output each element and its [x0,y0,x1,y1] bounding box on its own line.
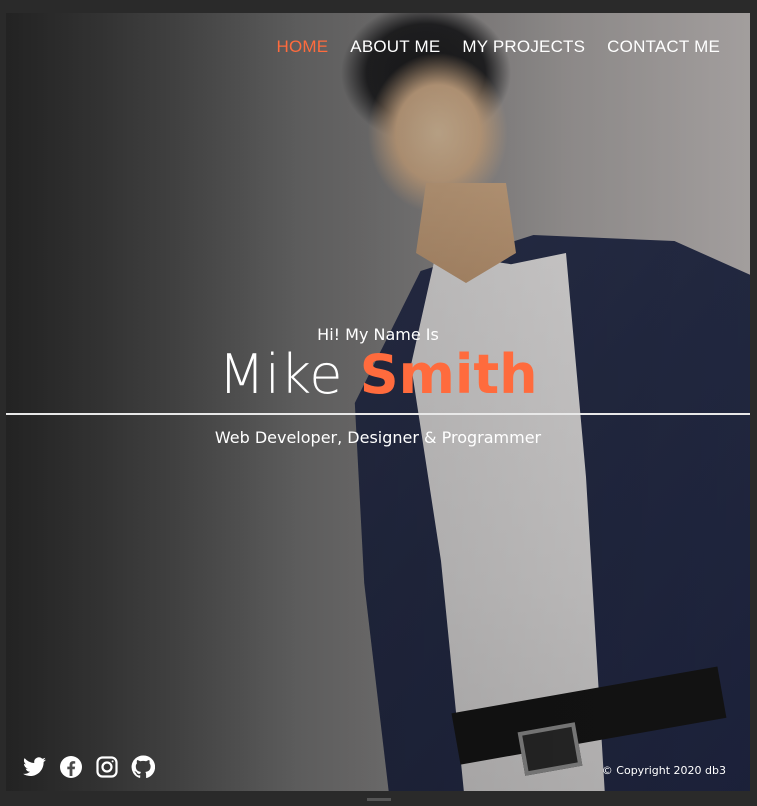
nav-home[interactable]: HOME [276,37,328,57]
nav-about-me[interactable]: ABOUT ME [350,37,440,57]
hero-greeting: Hi! My Name Is [317,325,439,344]
nav-my-projects[interactable]: MY PROJECTS [462,37,585,57]
hero-last-name: Smith [359,343,538,406]
nav-contact-me[interactable]: CONTACT ME [607,37,720,57]
social-links [23,755,155,779]
hero-subtitle: Web Developer, Designer & Programmer [214,428,542,447]
hero-heading-block: Hi! My Name Is Mike Smith [6,325,750,404]
hero-name: Mike Smith [6,346,750,404]
copyright-text: © Copyright 2020 db3 [601,764,726,777]
twitter-icon[interactable] [23,755,47,779]
page-frame: HOME ABOUT ME MY PROJECTS CONTACT ME Hi!… [6,13,750,791]
resize-handle[interactable] [367,798,391,801]
hero-divider [6,413,750,415]
hero-first-name: Mike [218,343,343,406]
github-icon[interactable] [131,755,155,779]
facebook-icon[interactable] [59,755,83,779]
main-nav: HOME ABOUT ME MY PROJECTS CONTACT ME [276,37,720,57]
instagram-icon[interactable] [95,755,119,779]
